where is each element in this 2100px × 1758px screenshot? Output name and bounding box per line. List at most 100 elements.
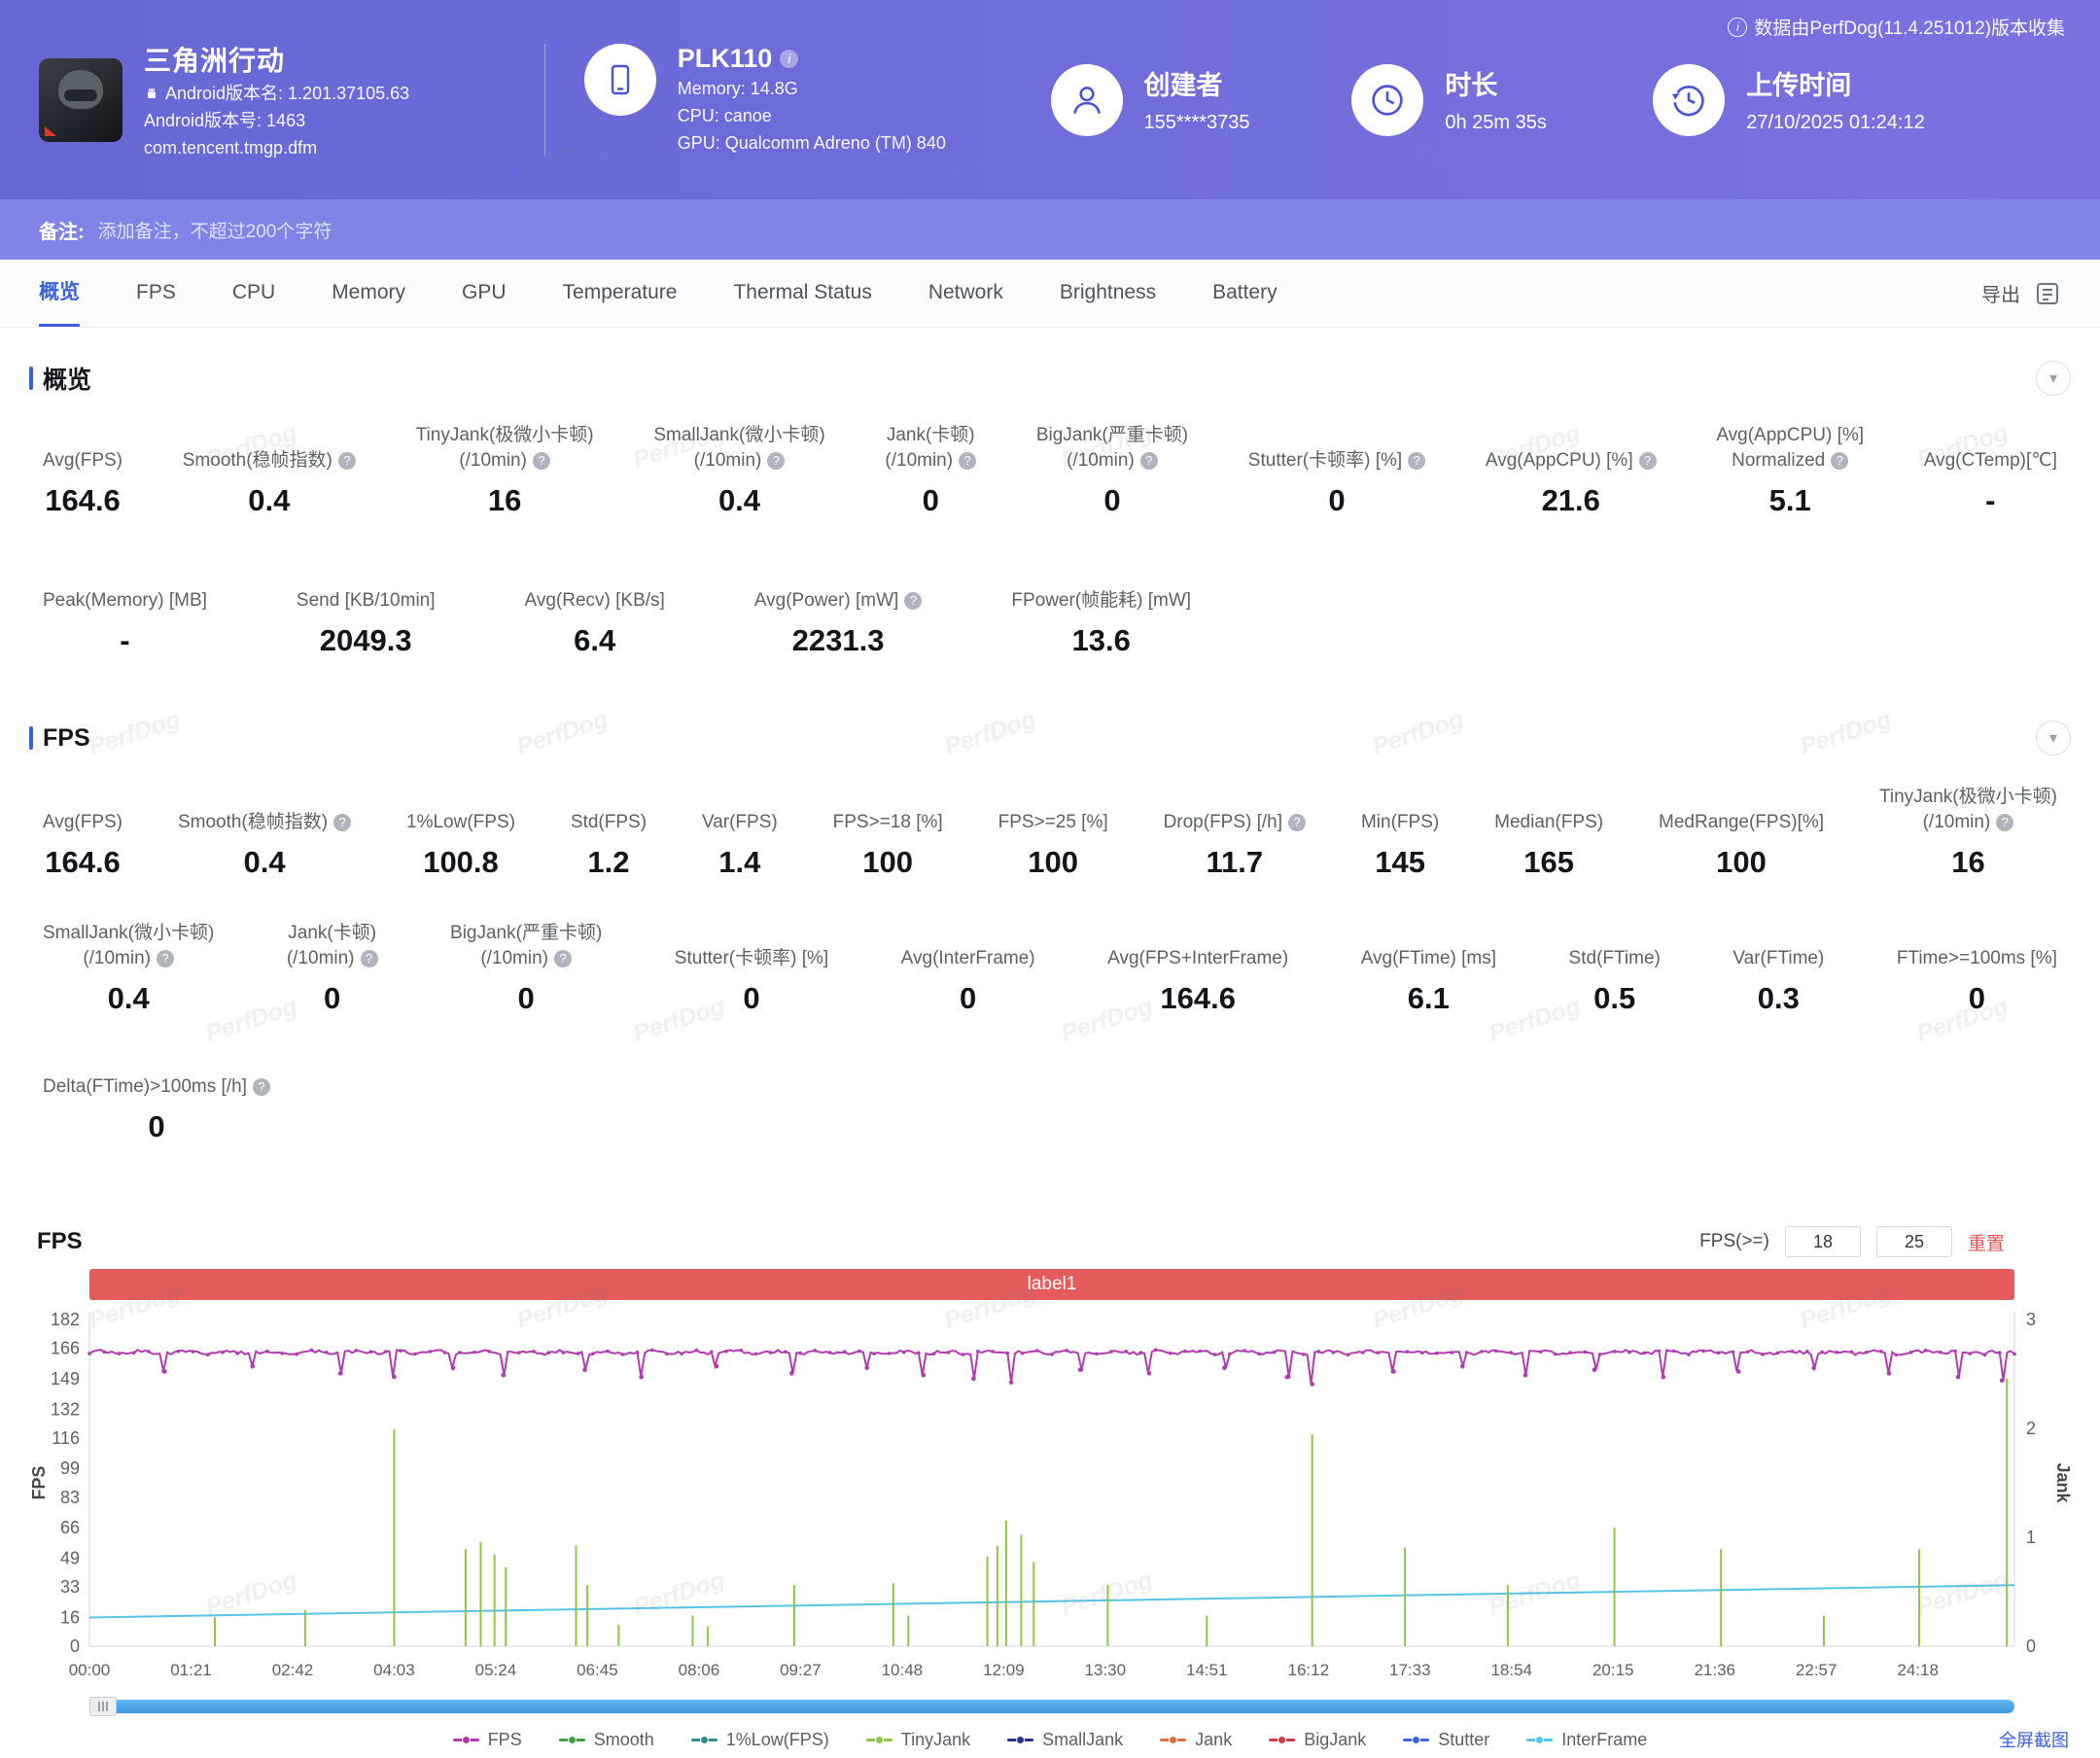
metric: Avg(FPS) 164.6 xyxy=(43,423,122,518)
fps-collapse-button[interactable]: ▾ xyxy=(2036,721,2071,756)
tab-FPS[interactable]: FPS xyxy=(136,260,176,327)
game-avatar xyxy=(39,57,122,142)
metric-label: (/10min) xyxy=(480,948,548,968)
legend-label: SmallJank xyxy=(1042,1730,1124,1749)
help-icon[interactable]: ? xyxy=(1139,452,1158,470)
help-icon[interactable]: ? xyxy=(252,1078,270,1096)
metric-label: (/10min) xyxy=(459,450,527,471)
help-icon[interactable]: ? xyxy=(1288,814,1307,831)
metric-value: 13.6 xyxy=(1071,623,1131,657)
legend-item-1%Low(FPS)[interactable]: 1%Low(FPS) xyxy=(690,1730,829,1750)
help-icon[interactable]: ? xyxy=(337,452,356,470)
tab-Battery[interactable]: Battery xyxy=(1212,260,1278,327)
svg-text:Jank: Jank xyxy=(2053,1462,2071,1503)
metric-value: 100 xyxy=(862,845,914,879)
chart-scrollbar[interactable] xyxy=(89,1697,2014,1716)
header-divider xyxy=(543,44,545,156)
metric-label: Jank(卡顿) xyxy=(288,923,377,943)
svg-text:2: 2 xyxy=(2026,1419,2036,1438)
metric: Smooth(稳帧指数)? 0.4 xyxy=(183,423,356,518)
metric-value: 0 xyxy=(1103,483,1121,517)
note-input[interactable]: 添加备注，不超过200个字符 xyxy=(98,217,332,243)
help-icon[interactable]: ? xyxy=(532,452,550,470)
export-button[interactable]: 导出 xyxy=(1981,279,2061,307)
header: i 数据由PerfDog(11.4.251012)版本收集 三角洲行动 Andr… xyxy=(0,0,2100,199)
fps-threshold-label: FPS(>=) xyxy=(1699,1231,1769,1251)
legend-item-TinyJank[interactable]: TinyJank xyxy=(865,1730,971,1750)
metric-label: Median(FPS) xyxy=(1494,812,1604,832)
tab-概览[interactable]: 概览 xyxy=(39,260,80,327)
metric-label: Avg(CTemp)[℃] xyxy=(1923,450,2057,471)
metric: 1%Low(FPS) 100.8 xyxy=(406,785,515,880)
legend-label: TinyJank xyxy=(900,1730,971,1749)
metric: Avg(Recv) [KB/s] 6.4 xyxy=(525,563,665,658)
fps-threshold-input-1[interactable] xyxy=(1784,1226,1861,1257)
scrollbar-handle-icon[interactable] xyxy=(89,1697,117,1716)
overview-collapse-button[interactable]: ▾ xyxy=(2036,361,2071,396)
help-icon[interactable]: ? xyxy=(360,950,378,967)
legend-item-Stutter[interactable]: Stutter xyxy=(1403,1730,1489,1750)
metric-value: 0.4 xyxy=(243,845,286,879)
android-version-name: Android版本名: 1.201.37105.63 xyxy=(165,83,410,103)
metric-value: 16 xyxy=(487,483,522,517)
tab-Thermal Status[interactable]: Thermal Status xyxy=(733,260,871,327)
svg-text:33: 33 xyxy=(60,1577,80,1597)
tabs: 概览 FPS CPU Memory GPU Temperature Thermal Stat… xyxy=(39,260,1278,327)
fps-threshold-input-2[interactable] xyxy=(1875,1226,1952,1257)
legend-item-InterFrame[interactable]: InterFrame xyxy=(1526,1730,1647,1750)
tab-GPU[interactable]: GPU xyxy=(462,260,507,327)
tab-Network[interactable]: Network xyxy=(928,260,1003,327)
tab-Memory[interactable]: Memory xyxy=(332,260,405,327)
metric: Median(FPS) 165 xyxy=(1494,785,1603,880)
help-icon[interactable]: ? xyxy=(959,452,977,470)
duration-value: 0h 25m 35s xyxy=(1445,111,1547,133)
svg-text:02:42: 02:42 xyxy=(272,1661,314,1679)
note-label: 备注: xyxy=(39,221,85,243)
metric-label: (/10min) xyxy=(286,948,355,968)
help-icon[interactable]: ? xyxy=(1638,452,1657,470)
metric-value: 6.4 xyxy=(574,623,616,657)
metric-value: 100.8 xyxy=(423,845,499,879)
help-icon[interactable]: ? xyxy=(333,814,352,831)
duration-block: 时长 0h 25m 35s xyxy=(1351,63,1653,136)
tab-Temperature[interactable]: Temperature xyxy=(563,260,678,327)
metric: Avg(CTemp)[℃] - xyxy=(1924,423,2057,518)
metric-label: Avg(FTime) [ms] xyxy=(1360,948,1497,968)
reset-button[interactable]: 重置 xyxy=(1968,1229,2005,1255)
svg-text:3: 3 xyxy=(2026,1310,2036,1329)
help-icon[interactable]: ? xyxy=(1408,452,1426,470)
scrollbar-track[interactable] xyxy=(89,1700,2014,1713)
metric: MedRange(FPS)[%] 100 xyxy=(1659,785,1824,880)
game-info-block: 三角洲行动 Android版本名: 1.201.37105.63 Android… xyxy=(39,40,544,160)
fullscreen-button[interactable]: 全屏截图 xyxy=(1999,1727,2069,1752)
tab-Brightness[interactable]: Brightness xyxy=(1060,260,1156,327)
help-icon[interactable]: ? xyxy=(1831,452,1849,470)
fps-line-chart[interactable]: 0 16 33 49 66 83 99 116 132 149 166 182 0 1 2 3 00:00 01:… xyxy=(29,1306,2071,1695)
tab-CPU[interactable]: CPU xyxy=(232,260,275,327)
help-icon[interactable]: ? xyxy=(157,950,174,967)
svg-text:13:30: 13:30 xyxy=(1085,1661,1127,1679)
help-icon[interactable]: ? xyxy=(904,592,923,610)
legend-item-Jank[interactable]: Jank xyxy=(1160,1730,1232,1750)
upload-time-label: 上传时间 xyxy=(1746,70,1852,100)
metric-label: Smooth(稳帧指数) xyxy=(177,812,329,832)
help-icon[interactable]: ? xyxy=(1996,814,2014,831)
device-info-icon[interactable]: i xyxy=(780,50,799,68)
metric-label: Stutter(卡顿率) [%] xyxy=(1247,450,1403,471)
help-icon[interactable]: ? xyxy=(554,950,572,967)
svg-text:0: 0 xyxy=(2026,1636,2036,1656)
metric-value: 0 xyxy=(1968,981,1985,1015)
metric: FPS>=25 [%] 100 xyxy=(998,785,1108,880)
metric-value: 164.6 xyxy=(45,483,121,517)
legend-item-SmallJank[interactable]: SmallJank xyxy=(1007,1730,1123,1750)
help-icon[interactable]: ? xyxy=(767,452,786,470)
legend-item-BigJank[interactable]: BigJank xyxy=(1269,1730,1366,1750)
legend-label: 1%Low(FPS) xyxy=(725,1730,829,1749)
metric-row: Avg(FPS) 164.6 Smooth(稳帧指数)? 0.4 TinyJank(极微… xyxy=(29,423,2071,518)
fps-metrics: Avg(FPS) 164.6 Smooth(稳帧指数)? 0.4 1%Low(FPS) 1… xyxy=(29,756,2071,1144)
legend-item-Smooth[interactable]: Smooth xyxy=(558,1730,654,1750)
metric: TinyJank(极微小卡顿) (/10min)? 16 xyxy=(1879,785,2057,880)
legend-item-FPS[interactable]: FPS xyxy=(452,1730,522,1750)
metric: Std(FPS) 1.2 xyxy=(571,785,647,880)
collector-note: i 数据由PerfDog(11.4.251012)版本收集 xyxy=(1728,14,2065,40)
